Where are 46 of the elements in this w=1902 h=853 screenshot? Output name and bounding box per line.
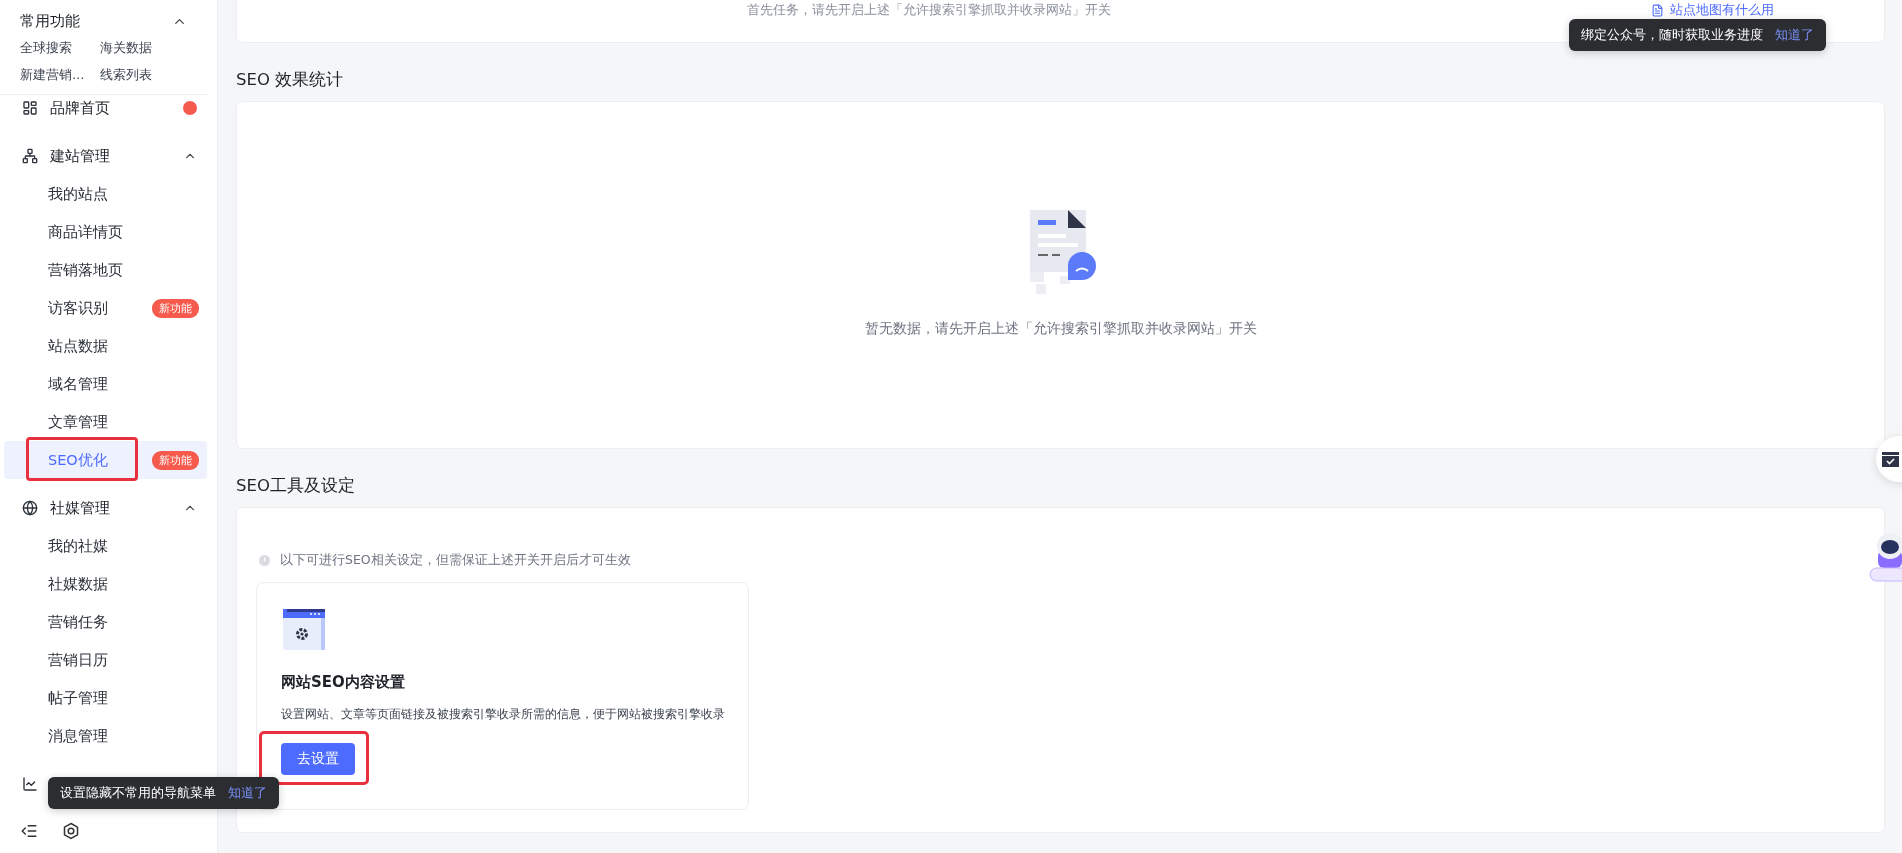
- info-icon: [259, 555, 270, 566]
- document-icon: [1651, 3, 1664, 17]
- nav-group-header[interactable]: 建站管理: [0, 137, 217, 175]
- tooltip-text: 设置隐藏不常用的导航菜单: [60, 784, 216, 802]
- section-title: 常用功能: [20, 11, 80, 31]
- empty-state-message: 暂无数据，请先开启上述「允许搜索引擎抓取并收录网站」开关: [864, 320, 1257, 338]
- quick-link[interactable]: 海关数据: [100, 40, 180, 57]
- dismiss-link[interactable]: 知道了: [1775, 26, 1814, 44]
- new-feature-badge: 新功能: [152, 450, 199, 470]
- line-chart-icon: [22, 776, 38, 792]
- globe-icon: [22, 500, 38, 516]
- nav-item[interactable]: 帖子管理: [4, 679, 207, 717]
- collapse-menu-icon[interactable]: [20, 822, 38, 840]
- quick-link[interactable]: 新建营销…: [20, 67, 100, 84]
- browser-settings-icon: [281, 609, 327, 651]
- quick-link[interactable]: 全球搜索: [20, 40, 100, 57]
- settings-icon[interactable]: [62, 822, 80, 840]
- nav-item[interactable]: 营销日历: [4, 641, 207, 679]
- nav-item[interactable]: 品牌首页: [0, 95, 217, 127]
- nav-item[interactable]: 我的社媒: [4, 527, 207, 565]
- nav-item[interactable]: 域名管理: [4, 365, 207, 403]
- help-link[interactable]: 站点地图有什么用: [1651, 1, 1774, 19]
- sitemap-icon: [22, 148, 38, 164]
- section-heading: SEO 效果统计: [236, 69, 345, 89]
- nav-item[interactable]: 消息管理: [4, 717, 207, 755]
- dashboard-icon: [22, 100, 38, 116]
- dismiss-link[interactable]: 知道了: [228, 784, 267, 802]
- nav-item[interactable]: 我的站点: [4, 175, 207, 213]
- hint-text: 首先任务，请先开启上述「允许搜索引擎抓取并收录网站」开关: [747, 2, 1111, 19]
- nav-item[interactable]: 访客识别 新功能: [4, 289, 207, 327]
- section-heading: SEO工具及设定: [236, 475, 356, 495]
- new-feature-badge: 新功能: [152, 298, 199, 318]
- quick-link[interactable]: 线索列表: [100, 67, 180, 84]
- nav-item[interactable]: 营销任务: [4, 603, 207, 641]
- setup-button[interactable]: 去设置: [281, 743, 355, 775]
- nav-item[interactable]: 营销落地页: [4, 251, 207, 289]
- card-title: 网站SEO内容设置: [281, 673, 406, 692]
- nav-item[interactable]: 文章管理: [4, 403, 207, 441]
- nav-item[interactable]: 商品详情页: [4, 213, 207, 251]
- calendar-check-icon: [1881, 451, 1899, 467]
- nav-group-header[interactable]: 社媒管理: [0, 489, 217, 527]
- notice-text: 以下可进行SEO相关设定，但需保证上述开关开启后才可生效: [280, 552, 631, 569]
- nav-item[interactable]: 社媒数据: [4, 565, 207, 603]
- card-description: 设置网站、文章等页面链接及被搜索引擎收录所需的信息，便于网站被搜索引擎收录: [281, 706, 726, 723]
- tooltip-text: 绑定公众号，随时获取业务进度: [1581, 26, 1763, 44]
- nav-item[interactable]: 站点数据: [4, 327, 207, 365]
